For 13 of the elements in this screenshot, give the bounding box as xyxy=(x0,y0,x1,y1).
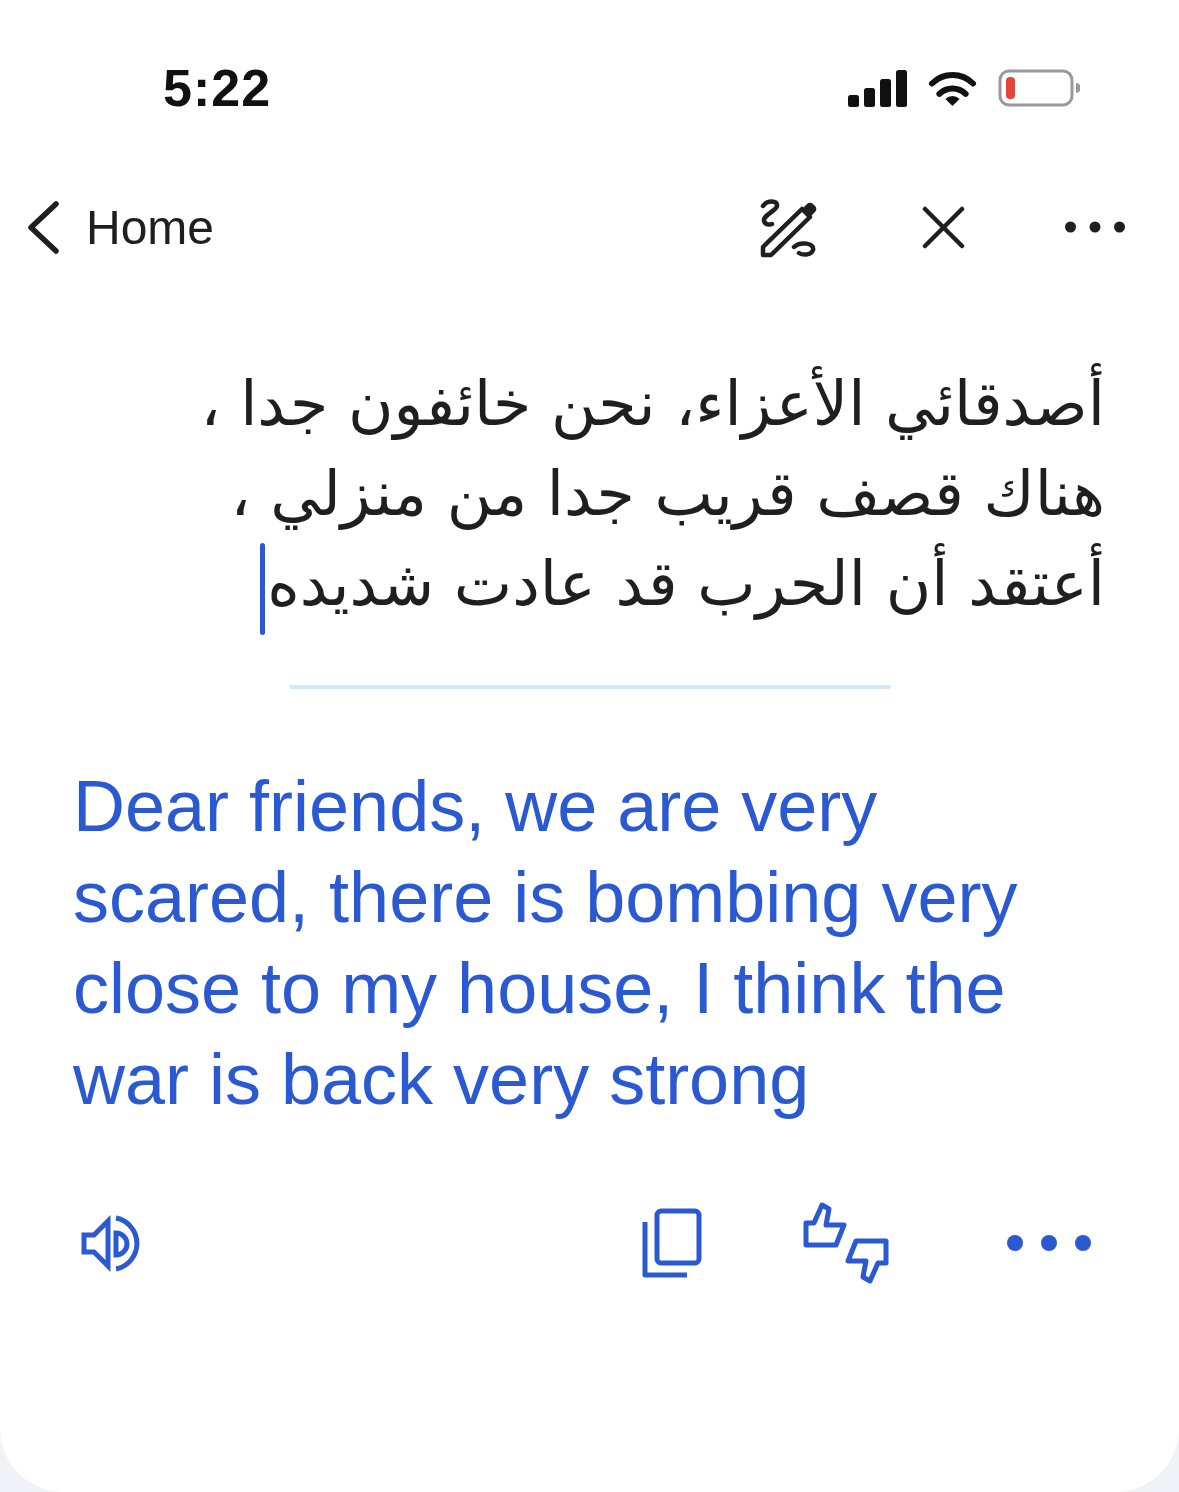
back-button[interactable]: Home xyxy=(26,199,215,255)
more-icon[interactable] xyxy=(1065,221,1125,233)
translation-text: Dear friends, we are very scared, there is bombing very close to my house, I think the war is back very strong xyxy=(72,765,1019,1121)
more-icon[interactable] xyxy=(1007,1234,1091,1252)
close-icon[interactable] xyxy=(922,205,965,249)
source-text-field[interactable]: أصدقائي الأعزاء، نحن خائفون جدا ، هناك قصف قريب جدا من منزلي ، أعتقد أن الحرب قد عادت شديده xyxy=(0,359,1179,635)
signal-icon xyxy=(848,69,907,107)
battery-icon xyxy=(998,69,1080,107)
chevron-left-icon xyxy=(26,199,60,255)
wifi-icon xyxy=(927,69,978,107)
status-time: 5:22 xyxy=(163,58,272,118)
copy-icon[interactable] xyxy=(642,1207,702,1279)
thumbs-up-down-icon[interactable] xyxy=(802,1201,890,1285)
